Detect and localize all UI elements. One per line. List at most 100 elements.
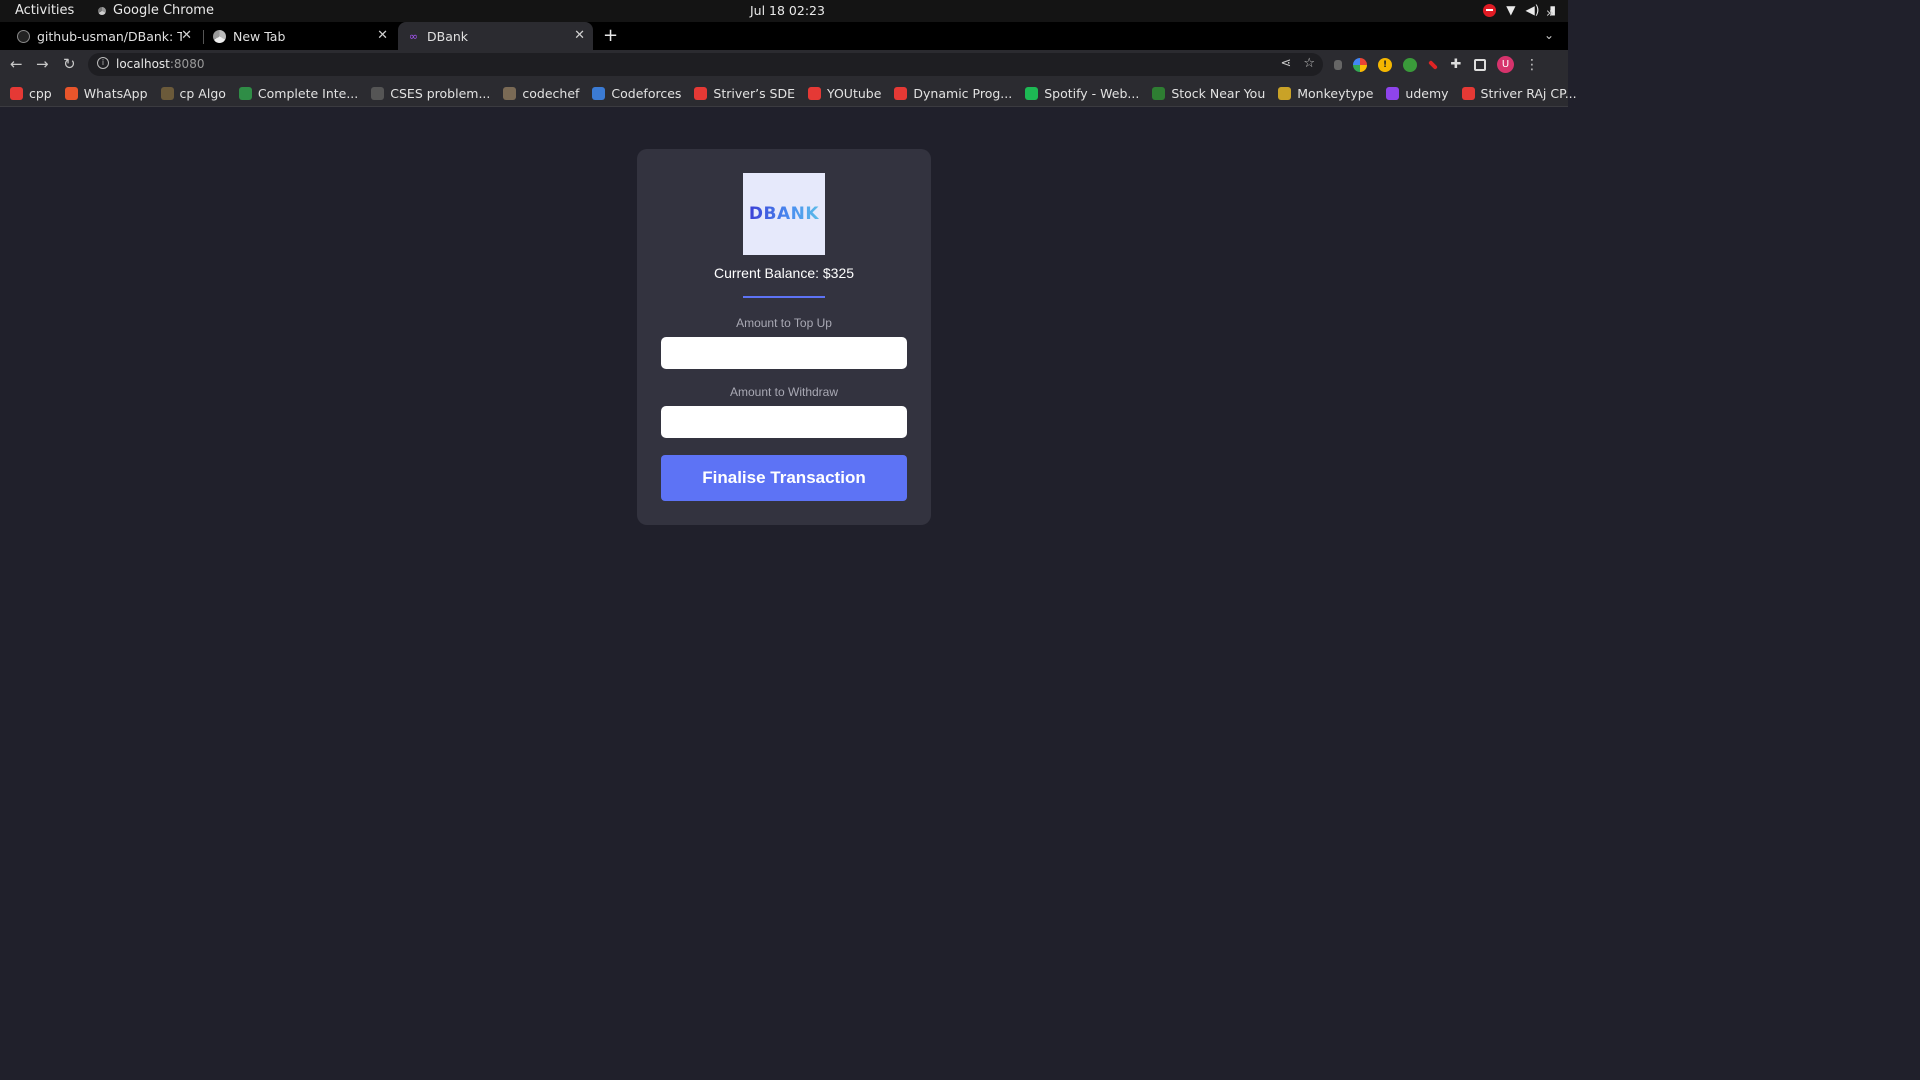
youtube-icon	[10, 86, 23, 100]
bookmark-label: Codeforces	[611, 85, 682, 101]
extension-grey-icon[interactable]	[1334, 59, 1342, 70]
browser-toolbar: ← → ↻ i localhost:8080 ⋖ ☆ ! ✚ U ⋮	[0, 50, 1568, 80]
extensions-puzzle-icon[interactable]: ✚	[1449, 57, 1463, 72]
close-tab-icon[interactable]: ✕	[181, 28, 192, 43]
bookmark-label: Monkeytype	[1297, 85, 1374, 101]
bookmark-item[interactable]: Dynamic Prog...	[894, 86, 1012, 101]
forward-icon[interactable]: →	[36, 55, 49, 73]
finalise-transaction-button[interactable]: Finalise Transaction	[661, 455, 907, 501]
bookmark-label: YOUtube	[827, 85, 882, 101]
tuf-icon	[694, 86, 708, 100]
topup-input[interactable]	[661, 337, 907, 369]
side-panel-icon[interactable]	[1474, 58, 1486, 71]
chrome-icon	[213, 29, 226, 43]
bookmark-label: cp Algo	[179, 85, 226, 101]
bookmark-item[interactable]: cp Algo	[160, 85, 226, 101]
lion-icon	[160, 86, 174, 100]
bookmark-star-icon[interactable]: ☆	[1303, 56, 1315, 71]
topup-label: Amount to Top Up	[736, 316, 832, 330]
url-port: :8080	[169, 57, 205, 71]
bookmark-item[interactable]: Spotify - Web...	[1025, 86, 1139, 101]
site-info-icon[interactable]: i	[97, 57, 109, 69]
logo-text: DBANK	[748, 204, 820, 224]
profile-avatar[interactable]: U	[1497, 56, 1514, 73]
dfinity-icon: ∞	[408, 29, 419, 43]
withdraw-input[interactable]	[661, 406, 907, 438]
bookmark-item[interactable]: Codeforces	[592, 86, 681, 101]
bookmark-label: Spotify - Web...	[1044, 85, 1140, 101]
bookmark-label: WhatsApp	[83, 85, 148, 101]
reload-icon[interactable]: ↻	[63, 55, 76, 73]
divider	[743, 296, 825, 298]
bookmark-item[interactable]: Monkeytype	[1278, 86, 1373, 101]
dbank-logo: DBANK	[743, 173, 825, 255]
url-text[interactable]: localhost:8080	[116, 57, 204, 71]
extensions-area: ! ✚ U ⋮	[1334, 56, 1539, 73]
withdraw-label: Amount to Withdraw	[729, 385, 839, 399]
bookmark-item[interactable]: WhatsApp	[64, 85, 148, 101]
bookmark-label: CSES problem...	[390, 85, 491, 101]
tab-strip: github-usman/DBank: Th ✕ New Tab ✕ ∞ DBa…	[0, 22, 1568, 50]
system-top-bar: Activities Google Chrome Jul 18 02:23 ▼ …	[0, 0, 1568, 22]
bookmark-item[interactable]: YOUtube	[808, 86, 881, 101]
app-name: Google Chrome	[113, 3, 214, 18]
gfg-icon	[238, 86, 252, 100]
alert-icon	[64, 86, 78, 100]
cart-icon	[1152, 86, 1166, 100]
activities-button[interactable]: Activities	[15, 3, 74, 18]
close-tab-icon[interactable]: ✕	[377, 28, 388, 43]
extension-red-icon[interactable]	[1428, 59, 1438, 70]
address-bar[interactable]: i localhost:8080 ⋖ ☆	[88, 53, 1323, 76]
share-icon[interactable]: ⋖	[1280, 56, 1291, 71]
youtube-icon	[894, 86, 908, 100]
close-tab-icon[interactable]: ✕	[574, 28, 585, 43]
more-bookmarks-icon[interactable]: »	[1546, 6, 1554, 21]
do-not-disturb-icon	[1483, 3, 1497, 17]
chrome-icon	[96, 4, 108, 17]
clock[interactable]: Jul 18 02:23	[750, 3, 825, 18]
youtube-icon	[808, 86, 822, 100]
tab-title: DBank	[427, 28, 469, 44]
monkeytype-icon	[1278, 86, 1292, 100]
extension-tree-icon[interactable]	[1403, 57, 1417, 72]
tab-dbank[interactable]: ∞ DBank ✕	[398, 22, 593, 50]
bookmark-label: Stock Near You	[1171, 85, 1266, 101]
current-balance: Current Balance: $325	[713, 265, 855, 281]
tuf-icon	[1461, 86, 1475, 100]
tab-title: github-usman/DBank: Th	[37, 28, 182, 44]
bookmark-label: cpp	[29, 85, 52, 101]
bookmark-item[interactable]: Complete Inte...	[238, 85, 359, 101]
bookmark-item[interactable]: Striver RAj CP...	[1461, 85, 1577, 101]
tab-title: New Tab	[233, 28, 286, 44]
bookmark-label: Complete Inte...	[257, 85, 359, 101]
codeforces-icon	[592, 86, 606, 100]
cses-icon	[371, 86, 385, 100]
chrome-menu-icon[interactable]: ⋮	[1525, 57, 1539, 73]
tab-search-icon[interactable]: ⌄	[1544, 28, 1554, 42]
bookmark-label: codechef	[522, 85, 580, 101]
bookmark-label: Striver RAj CP...	[1480, 85, 1577, 101]
new-tab-button[interactable]: +	[603, 25, 618, 46]
extension-google-icon[interactable]	[1353, 57, 1367, 72]
udemy-icon	[1386, 86, 1400, 100]
bookmark-item[interactable]: CSES problem...	[371, 86, 490, 101]
volume-icon: ◀)	[1525, 3, 1540, 17]
bookmark-item[interactable]: Stock Near You	[1152, 86, 1265, 101]
dbank-card: DBANK Current Balance: $325 Amount to To…	[637, 149, 931, 525]
tab-github[interactable]: github-usman/DBank: Th ✕	[0, 22, 200, 50]
bookmark-label: Dynamic Prog...	[913, 85, 1013, 101]
github-icon	[17, 29, 30, 43]
bookmark-label: udemy	[1405, 85, 1449, 101]
bookmarks-bar: cpp WhatsApp cp Algo Complete Inte... CSES p…	[0, 80, 1577, 107]
codechef-icon	[503, 86, 517, 100]
bookmark-item[interactable]: codechef	[503, 86, 579, 101]
app-menu[interactable]: Google Chrome	[96, 3, 214, 18]
back-icon[interactable]: ←	[10, 55, 23, 73]
url-host: localhost	[116, 57, 170, 71]
omnibox-actions: ⋖ ☆	[1280, 56, 1315, 71]
extension-yellow-icon[interactable]: !	[1378, 57, 1392, 72]
bookmark-item[interactable]: udemy	[1386, 85, 1449, 101]
bookmark-item[interactable]: Striver’s SDE	[694, 86, 795, 101]
bookmark-item[interactable]: cpp	[10, 86, 52, 101]
tab-new-tab[interactable]: New Tab ✕	[196, 22, 396, 50]
